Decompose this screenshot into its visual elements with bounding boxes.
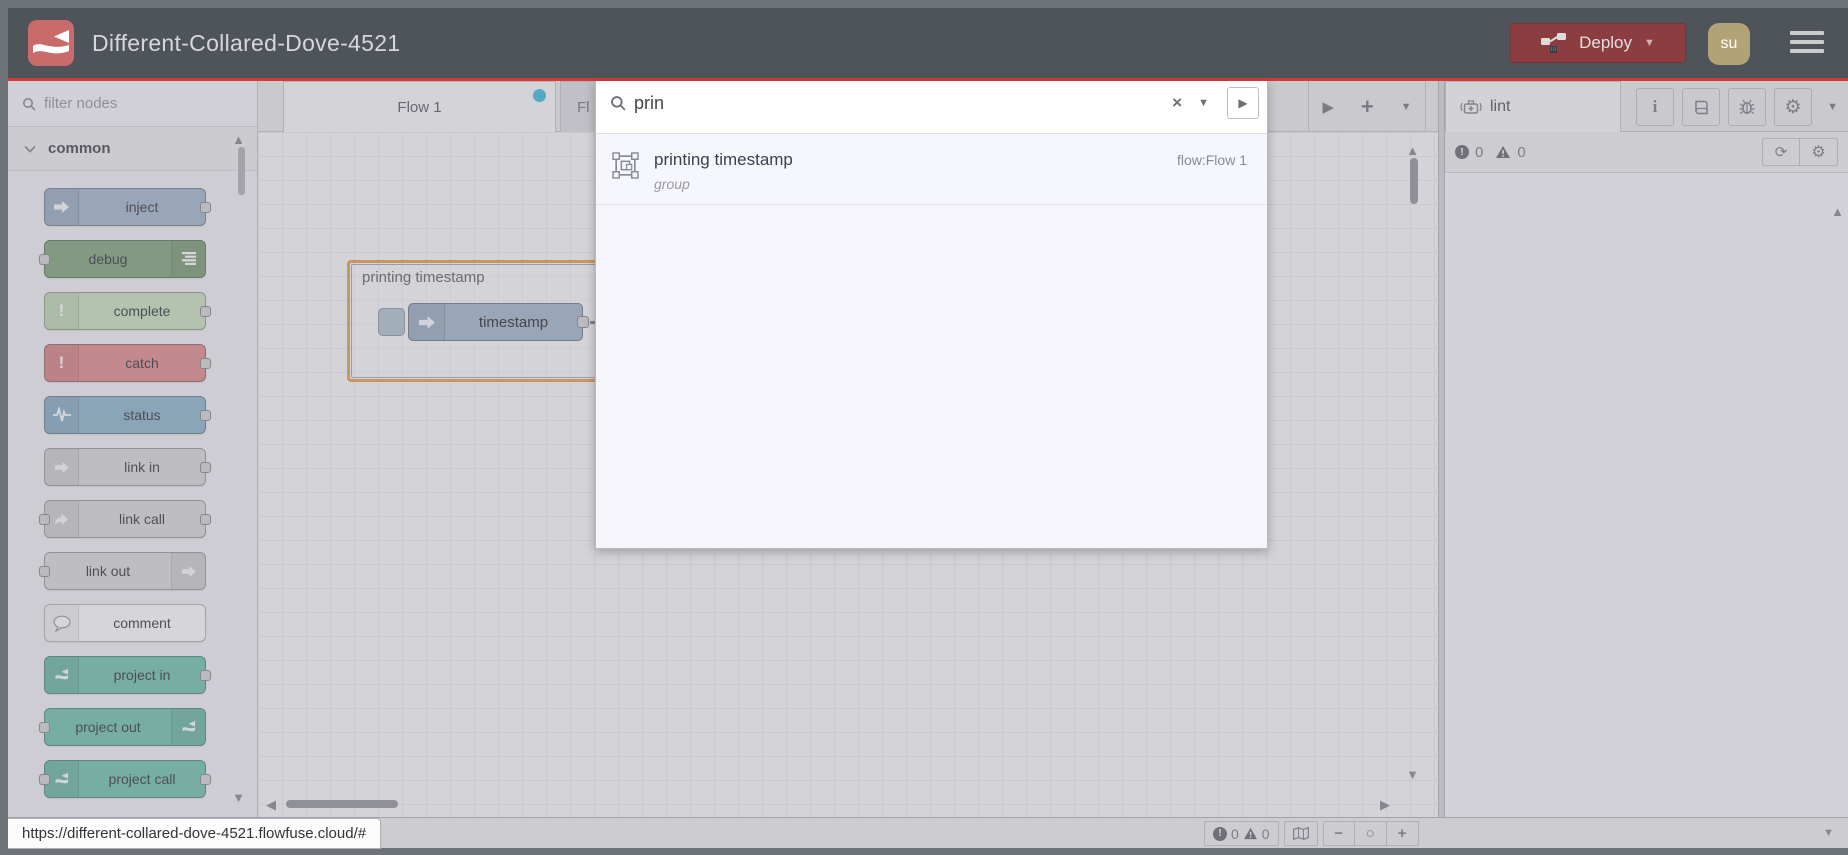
hamburger-icon <box>1790 31 1824 35</box>
search-results: printing timestamp flow:Flow 1 group <box>596 133 1267 548</box>
search-options-caret-icon[interactable]: ▼ <box>1194 97 1213 109</box>
result-flow-location: flow:Flow 1 <box>1176 152 1247 168</box>
deploy-options-caret-icon[interactable]: ▼ <box>1644 37 1655 49</box>
instance-title: Different-Collared-Dove-4521 <box>92 29 401 56</box>
search-next-button[interactable]: ▶ <box>1227 87 1259 119</box>
user-avatar[interactable]: su <box>1708 23 1750 65</box>
result-title: printing timestamp <box>654 150 793 169</box>
group-icon <box>612 150 654 192</box>
search-icon <box>611 96 626 111</box>
avatar-initials: su <box>1720 35 1738 52</box>
header: Different-Collared-Dove-4521 Deploy ▼ su <box>8 8 1848 78</box>
search-dialog: × ▼ ▶ pr <box>595 81 1268 549</box>
flowfuse-logo-icon <box>28 20 74 66</box>
search-result-item[interactable]: printing timestamp flow:Flow 1 group <box>596 134 1267 205</box>
arrow-right-icon: ▶ <box>1238 96 1248 110</box>
deploy-icon <box>1541 33 1567 53</box>
browser-link-preview: https://different-collared-dove-4521.flo… <box>8 818 382 849</box>
result-type: group <box>654 176 690 192</box>
main-menu-button[interactable] <box>1790 31 1824 58</box>
node-red-app: Different-Collared-Dove-4521 Deploy ▼ su <box>0 0 1848 855</box>
search-input-row: × ▼ ▶ <box>596 81 1267 125</box>
search-input[interactable] <box>634 92 1161 114</box>
clear-search-icon[interactable]: × <box>1168 93 1186 113</box>
deploy-label: Deploy <box>1579 33 1633 52</box>
deploy-button[interactable]: Deploy ▼ <box>1510 23 1686 63</box>
